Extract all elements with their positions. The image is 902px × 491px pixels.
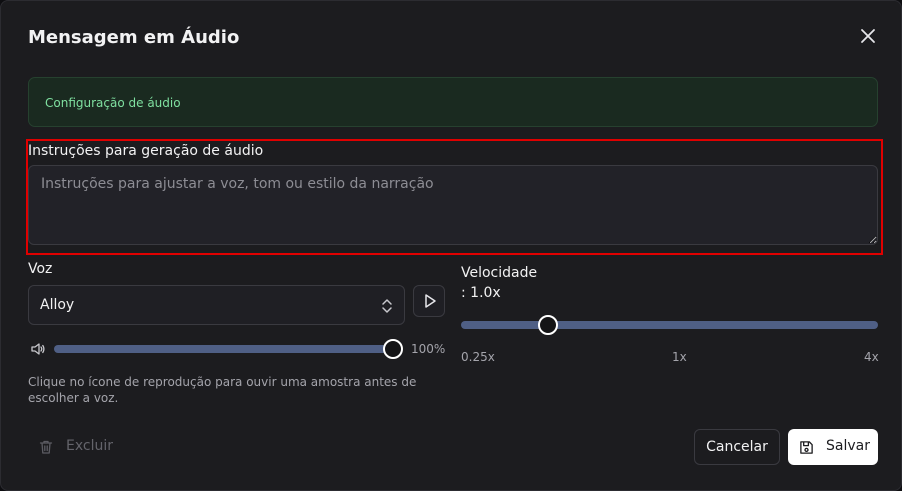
- audio-config-text: Configuração de áudio: [45, 96, 181, 110]
- volume-icon: [31, 343, 45, 355]
- instructions-textarea[interactable]: [28, 165, 878, 245]
- speed-value-text: : 1.0x: [461, 285, 501, 301]
- voice-selected-value: Alloy: [40, 297, 75, 313]
- speed-max-label: 4x: [864, 350, 879, 364]
- close-icon: [861, 29, 875, 43]
- trash-icon: [39, 440, 53, 454]
- play-sample-button[interactable]: [413, 285, 445, 317]
- speed-slider-thumb[interactable]: [537, 315, 558, 335]
- speed-label: Velocidade : 1.0x: [461, 263, 571, 303]
- save-icon: [800, 441, 813, 454]
- speed-label-text: Velocidade: [461, 265, 538, 281]
- audio-message-dialog: Mensagem em Áudio Configuração de áudio …: [0, 0, 902, 491]
- voice-hint-text: Clique no ícone de reprodução para ouvir…: [28, 375, 417, 405]
- cancel-button[interactable]: Cancelar: [694, 429, 780, 465]
- instructions-label: Instruções para geração de áudio: [28, 143, 264, 159]
- chevron-up-down-icon: [382, 299, 392, 313]
- delete-label: Excluir: [66, 438, 113, 454]
- close-button[interactable]: [858, 26, 878, 46]
- save-button[interactable]: Salvar: [788, 429, 878, 465]
- volume-slider-thumb[interactable]: [383, 339, 403, 359]
- volume-percentage: 100%: [411, 342, 446, 356]
- speed-min-label: 0.25x: [461, 350, 495, 364]
- voice-select[interactable]: Alloy: [28, 285, 405, 325]
- speed-slider-track[interactable]: [461, 321, 878, 329]
- audio-config-banner: Configuração de áudio: [28, 77, 878, 127]
- volume-slider-track[interactable]: [54, 345, 394, 353]
- play-icon: [425, 294, 436, 308]
- save-label: Salvar: [826, 438, 870, 454]
- speed-mid-label: 1x: [672, 350, 687, 364]
- voice-label: Voz: [28, 261, 53, 277]
- dialog-title: Mensagem em Áudio: [28, 27, 240, 48]
